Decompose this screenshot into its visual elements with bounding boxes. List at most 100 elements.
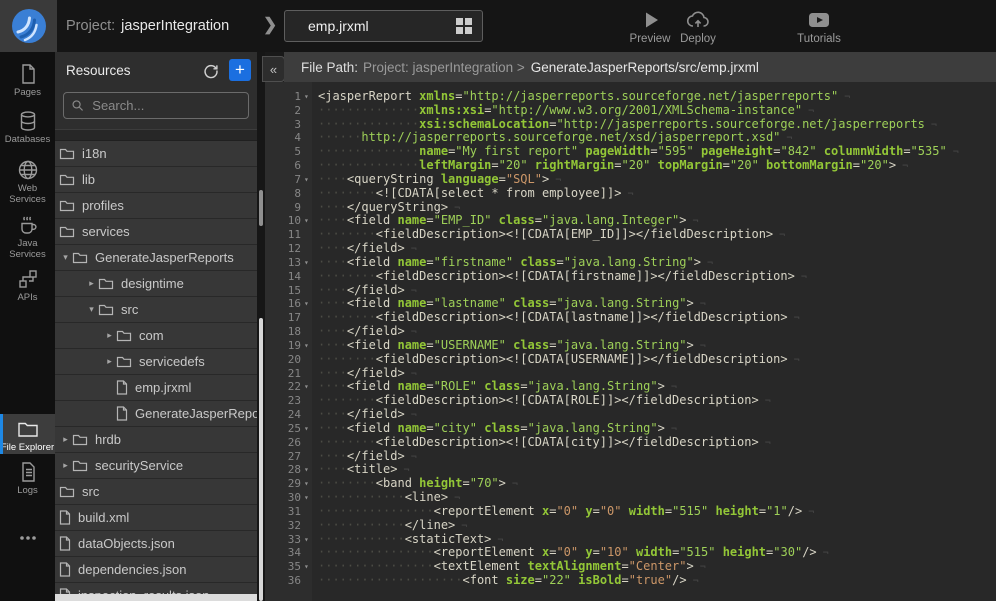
code-line[interactable]: 32············</line> ¬ [265, 519, 996, 533]
tree-item-generatejasperreports-s[interactable]: GenerateJasperReports.s [55, 401, 257, 427]
expand-arrow-icon[interactable]: ▸ [103, 356, 116, 367]
tree-item-hrdb[interactable]: ▸hrdb [55, 427, 257, 453]
tree-item-generatejasperreports[interactable]: ▾GenerateJasperReports [55, 245, 257, 271]
code-line[interactable]: 34················<reportElement x="0" y… [265, 546, 996, 560]
code-line[interactable]: 27····</field> ¬ [265, 450, 996, 464]
tree-item-profiles[interactable]: profiles [55, 193, 257, 219]
code-line[interactable]: 13▾····<field name="firstname" class="ja… [265, 256, 996, 270]
fold-arrow-icon[interactable]: ▾ [304, 491, 314, 505]
code-line[interactable]: 14········<fieldDescription><![CDATA[fir… [265, 270, 996, 284]
grid-icon[interactable] [456, 18, 472, 34]
tree-item-label: securityService [95, 458, 183, 473]
expand-arrow-icon[interactable]: ▸ [59, 460, 72, 471]
tree-item-dataobjects-json[interactable]: dataObjects.json [55, 531, 257, 557]
code-line[interactable]: 16▾····<field name="lastname" class="jav… [265, 297, 996, 311]
panel-horizontal-scrollbar[interactable] [55, 594, 257, 601]
code-lines: 1▾<jasperReport xmlns="http://jasperrepo… [265, 90, 996, 588]
code-line[interactable]: 19▾····<field name="USERNAME" class="jav… [265, 339, 996, 353]
sidebar-item-more[interactable] [0, 523, 55, 552]
code-line[interactable]: 29▾········<band height="70"> ¬ [265, 477, 996, 491]
code-line[interactable]: 33▾············<staticText> ¬ [265, 533, 996, 547]
fold-arrow-icon[interactable]: ▾ [304, 533, 314, 547]
sidebar-item-logs[interactable]: Logs [0, 457, 55, 497]
code-line[interactable]: 28▾····<title> ¬ [265, 463, 996, 477]
scrollbar-thumb[interactable] [259, 190, 263, 226]
tree-item-emp-jrxml[interactable]: emp.jrxml [55, 375, 257, 401]
code-line[interactable]: 35▾················<textElement textAlig… [265, 560, 996, 574]
page-icon [16, 62, 40, 86]
code-editor[interactable]: 1▾<jasperReport xmlns="http://jasperrepo… [265, 82, 996, 601]
tutorials-button[interactable]: Tutorials [788, 8, 850, 45]
tree-item-com[interactable]: ▸com [55, 323, 257, 349]
panel-scrollbar[interactable] [257, 52, 265, 601]
fold-arrow-icon[interactable]: ▾ [304, 477, 314, 491]
code-line[interactable]: 25▾····<field name="city" class="java.la… [265, 422, 996, 436]
code-line[interactable]: 26········<fieldDescription><![CDATA[cit… [265, 436, 996, 450]
code-line[interactable]: 22▾····<field name="ROLE" class="java.la… [265, 380, 996, 394]
fold-arrow-icon[interactable]: ▾ [304, 214, 314, 228]
fold-arrow-icon[interactable]: ▾ [304, 560, 314, 574]
tree-item-i18n[interactable]: i18n [55, 141, 257, 167]
code-line[interactable]: 17········<fieldDescription><![CDATA[las… [265, 311, 996, 325]
code-line[interactable]: 20········<fieldDescription><![CDATA[USE… [265, 353, 996, 367]
code-line[interactable]: 3··············xsi:schemaLocation="http:… [265, 118, 996, 132]
tree-item-designtime[interactable]: ▸designtime [55, 271, 257, 297]
tree-item-lib[interactable]: lib [55, 167, 257, 193]
code-line[interactable]: 23········<fieldDescription><![CDATA[ROL… [265, 394, 996, 408]
collapse-arrow-icon[interactable]: ▾ [59, 252, 72, 263]
refresh-button[interactable] [202, 62, 219, 79]
code-line[interactable]: 30▾············<line> ¬ [265, 491, 996, 505]
resource-search[interactable] [63, 92, 249, 119]
code-line[interactable]: 11········<fieldDescription><![CDATA[EMP… [265, 228, 996, 242]
app-logo[interactable] [0, 0, 57, 52]
search-input[interactable] [90, 97, 240, 114]
tree-item-services[interactable]: services [55, 219, 257, 245]
sidebar-item-java-services[interactable]: Java Services [0, 210, 55, 261]
code-line[interactable]: 24····</field> ¬ [265, 408, 996, 422]
code-line[interactable]: 31················<reportElement x="0" y… [265, 505, 996, 519]
sidebar-item-web-services[interactable]: Web Services [0, 155, 55, 206]
top-bar: Project: jasperIntegration ❯ emp.jrxml P… [0, 0, 996, 52]
tree-item-dependencies-json[interactable]: dependencies.json [55, 557, 257, 583]
scrollbar-thumb[interactable] [259, 318, 263, 601]
fold-arrow-icon[interactable]: ▾ [304, 90, 314, 104]
collapse-arrow-icon[interactable]: ▾ [85, 304, 98, 315]
code-line[interactable]: 8········<![CDATA[select * from employee… [265, 187, 996, 201]
sidebar-item-file-explorer[interactable]: File Explorer [0, 414, 55, 454]
expand-arrow-icon[interactable]: ▸ [85, 278, 98, 289]
code-line[interactable]: 2··············xmlns:xsi="http://www.w3.… [265, 104, 996, 118]
expand-arrow-icon[interactable]: ▸ [59, 434, 72, 445]
sidebar-item-databases[interactable]: Databases [0, 106, 55, 146]
tree-item-src[interactable]: ▾src [55, 297, 257, 323]
open-file-tab[interactable]: emp.jrxml [284, 10, 483, 42]
fold-arrow-icon[interactable]: ▾ [304, 463, 314, 477]
collapse-panel-button[interactable]: « [262, 56, 285, 82]
code-line[interactable]: 5··············name="My first report" pa… [265, 145, 996, 159]
code-line[interactable]: 7▾····<queryString language="SQL"> ¬ [265, 173, 996, 187]
code-line[interactable]: 36····················<font size="22" is… [265, 574, 996, 588]
tree-item-src[interactable]: src [55, 479, 257, 505]
fold-arrow-icon[interactable]: ▾ [304, 173, 314, 187]
code-line[interactable]: 10▾····<field name="EMP_ID" class="java.… [265, 214, 996, 228]
code-line[interactable]: 1▾<jasperReport xmlns="http://jasperrepo… [265, 90, 996, 104]
fold-arrow-icon[interactable]: ▾ [304, 297, 314, 311]
code-line[interactable]: 9····</queryString> ¬ [265, 201, 996, 215]
tree-item-servicedefs[interactable]: ▸servicedefs [55, 349, 257, 375]
tree-item-securityservice[interactable]: ▸ securityService [55, 453, 257, 479]
code-line[interactable]: 18····</field> ¬ [265, 325, 996, 339]
add-resource-button[interactable]: + [229, 59, 251, 81]
fold-arrow-icon[interactable]: ▾ [304, 422, 314, 436]
sidebar-item-pages[interactable]: Pages [0, 59, 55, 99]
code-line[interactable]: 12····</field> ¬ [265, 242, 996, 256]
fold-arrow-icon[interactable]: ▾ [304, 380, 314, 394]
deploy-button[interactable]: Deploy [668, 8, 728, 45]
sidebar-item-apis[interactable]: APIs [0, 264, 55, 304]
code-line[interactable]: 15····</field> ¬ [265, 284, 996, 298]
fold-arrow-icon[interactable]: ▾ [304, 339, 314, 353]
expand-arrow-icon[interactable]: ▸ [103, 330, 116, 341]
code-line[interactable]: 4······http://jasperreports.sourceforge.… [265, 131, 996, 145]
fold-arrow-icon[interactable]: ▾ [304, 256, 314, 270]
tree-item-build-xml[interactable]: build.xml [55, 505, 257, 531]
code-line[interactable]: 21····</field> ¬ [265, 367, 996, 381]
code-line[interactable]: 6··············leftMargin="20" rightMarg… [265, 159, 996, 173]
